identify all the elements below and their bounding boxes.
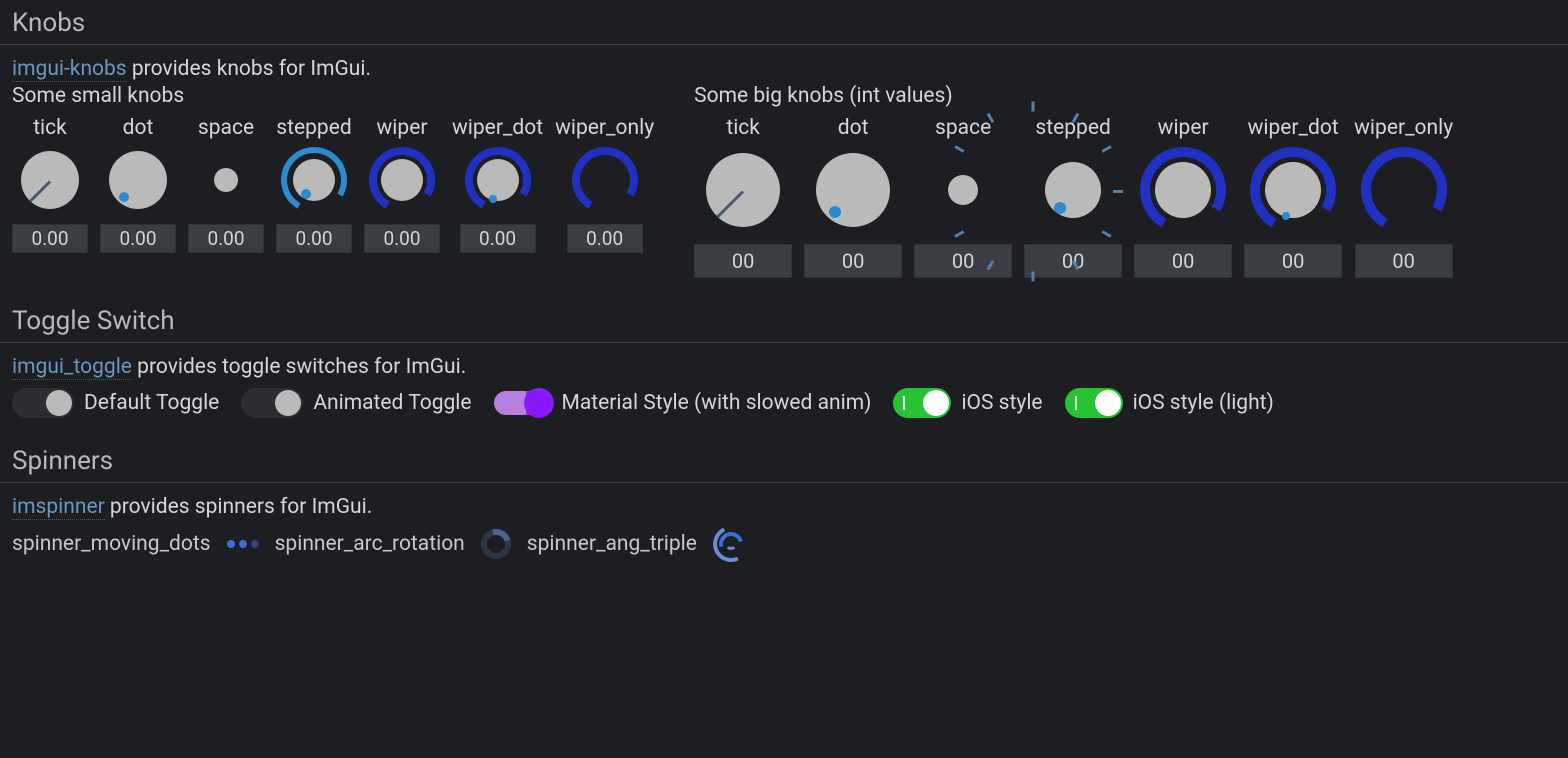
knob-space-icon[interactable] [190, 144, 262, 216]
knob-label: wiper_dot [452, 116, 543, 140]
knob-wiper-icon[interactable] [1137, 144, 1229, 236]
knob-label: wiper_only [555, 116, 654, 140]
section-title-spinners: Spinners [0, 438, 1568, 483]
knob-wiper_only-icon[interactable] [569, 144, 641, 216]
section-body-spinners: imspinner provides spinners for ImGui. s… [0, 483, 1568, 582]
knob-value-input[interactable]: 0.00 [460, 224, 536, 253]
big-knobs-heading: Some big knobs (int values) [694, 84, 1453, 108]
spinner-label: spinner_ang_triple [527, 532, 697, 556]
knob-label: space [198, 116, 254, 140]
knob-value-input[interactable]: 0.00 [12, 224, 88, 253]
knob-value-input[interactable]: 0.00 [364, 224, 440, 253]
knob-value-input[interactable]: 0.00 [567, 224, 643, 253]
spinner-arc-icon [475, 524, 516, 565]
small-knobs-heading: Some small knobs [12, 84, 654, 108]
knob-cell-dot: dot 0.00 [100, 116, 176, 253]
knob-cell-wiper: wiper 00 [1134, 116, 1232, 278]
link-imspinner[interactable]: imspinner [12, 495, 105, 520]
link-imgui-knobs[interactable]: imgui-knobs [12, 57, 127, 82]
knob-cell-wiper_dot: wiper_dot 0.00 [452, 116, 543, 253]
spinner-label: spinner_arc_rotation [275, 532, 465, 556]
knob-label: space [935, 116, 991, 140]
knob-label: wiper [377, 116, 428, 140]
knob-cell-wiper_only: wiper_only 00 [1354, 116, 1453, 278]
toggle-switch[interactable] [893, 388, 951, 418]
knobs-desc-rest: provides knobs for ImGui. [127, 57, 371, 81]
knob-cell-stepped: stepped 0.00 [276, 116, 352, 253]
knob-wiper_dot-icon[interactable] [462, 144, 534, 216]
toggle-label: Animated Toggle [313, 391, 471, 415]
section-body-knobs: imgui-knobs provides knobs for ImGui. So… [0, 45, 1568, 298]
knob-label: dot [838, 116, 869, 140]
section-body-toggle: imgui_toggle provides toggle switches fo… [0, 343, 1568, 438]
knob-cell-wiper: wiper 0.00 [364, 116, 440, 253]
toggle-default-0: Default Toggle [12, 388, 219, 418]
knob-wiper_only-icon[interactable] [1358, 144, 1450, 236]
toggle-desc-rest: provides toggle switches for ImGui. [132, 355, 466, 379]
knob-label: stepped [276, 116, 351, 140]
knob-cell-stepped: stepped00 [1024, 116, 1122, 278]
knob-value-input[interactable]: 00 [1244, 244, 1342, 278]
knob-cell-dot: dot 00 [804, 116, 902, 278]
knob-cell-space: space 00 [914, 116, 1012, 278]
knob-wiper-icon[interactable] [366, 144, 438, 216]
knob-label: wiper_only [1354, 116, 1453, 140]
knob-space-icon[interactable] [917, 144, 1009, 236]
knob-cell-wiper_dot: wiper_dot 00 [1244, 116, 1342, 278]
knob-wiper_dot-icon[interactable] [1247, 144, 1339, 236]
knob-stepped_big-icon[interactable] [1027, 144, 1119, 236]
toggle-desc: imgui_toggle provides toggle switches fo… [12, 355, 1556, 380]
knob-label: wiper [1158, 116, 1209, 140]
knob-label: tick [33, 116, 67, 140]
knob-cell-space: space 0.00 [188, 116, 264, 253]
knob-dot-icon[interactable] [102, 144, 174, 216]
knob-dot-icon[interactable] [807, 144, 899, 236]
link-imgui-toggle[interactable]: imgui_toggle [12, 355, 132, 380]
toggle-switch[interactable] [1065, 388, 1123, 418]
toggle-default-1: Animated Toggle [241, 388, 471, 418]
knob-value-input[interactable]: 0.00 [188, 224, 264, 253]
knobs-desc: imgui-knobs provides knobs for ImGui. [12, 57, 1556, 82]
knob-value-input[interactable]: 0.00 [100, 224, 176, 253]
big-knobs-group: Some big knobs (int values) tick00dot00s… [694, 84, 1453, 278]
section-title-knobs: Knobs [0, 0, 1568, 45]
knob-label: wiper_dot [1248, 116, 1339, 140]
knob-value-input[interactable]: 0.00 [276, 224, 352, 253]
toggle-switch[interactable] [12, 388, 74, 418]
knob-value-input[interactable]: 00 [1134, 244, 1232, 278]
toggle-label: iOS style [961, 391, 1042, 415]
knob-cell-wiper_only: wiper_only 0.00 [555, 116, 654, 253]
spinner-triple-icon [713, 526, 749, 562]
spinner-label: spinner_moving_dots [12, 532, 211, 556]
spinner-dots-icon [227, 540, 259, 548]
section-title-toggle: Toggle Switch [0, 298, 1568, 343]
knob-value-input[interactable]: 00 [804, 244, 902, 278]
toggle-label: Material Style (with slowed anim) [562, 391, 872, 415]
knob-value-input[interactable]: 00 [694, 244, 792, 278]
knob-tick-icon[interactable] [14, 144, 86, 216]
knob-tick-icon[interactable] [697, 144, 789, 236]
knob-label: dot [123, 116, 154, 140]
knob-cell-tick: tick 0.00 [12, 116, 88, 253]
toggle-label: iOS style (light) [1133, 391, 1274, 415]
spinners-desc-rest: provides spinners for ImGui. [105, 495, 373, 519]
knob-stepped-icon[interactable] [278, 144, 350, 216]
toggle-switch[interactable] [494, 391, 552, 415]
toggle-material-2: Material Style (with slowed anim) [494, 391, 872, 415]
knob-value-input[interactable]: 00 [1355, 244, 1453, 278]
knob-label: tick [726, 116, 760, 140]
knob-value-input[interactable]: 00 [914, 244, 1012, 278]
toggle-ios-3: iOS style [893, 388, 1042, 418]
toggle-ios-4: iOS style (light) [1065, 388, 1274, 418]
knob-cell-tick: tick 00 [694, 116, 792, 278]
toggle-label: Default Toggle [84, 391, 219, 415]
toggle-switch[interactable] [241, 388, 303, 418]
spinners-desc: imspinner provides spinners for ImGui. [12, 495, 1556, 520]
small-knobs-group: Some small knobs tick 0.00 dot 0.00 space 0.0… [12, 84, 654, 253]
